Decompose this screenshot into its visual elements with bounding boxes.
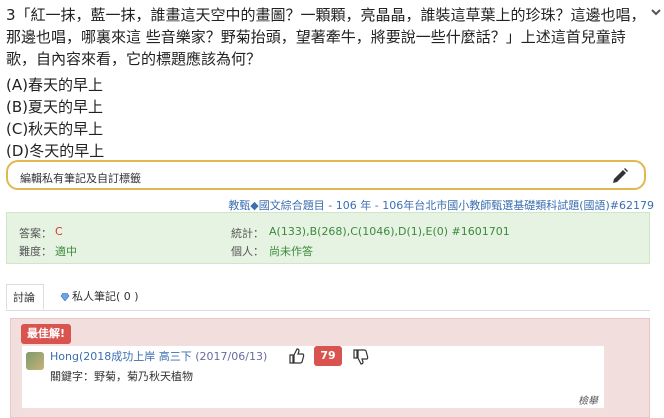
report-link[interactable]: 檢舉 [578, 392, 598, 407]
thumbs-down-icon[interactable] [352, 348, 370, 366]
tab-bar: 討論 私人筆記( 0 ) [6, 284, 650, 311]
stats-value: A(133),B(268),C(1046),D(1),E(0) #1601701 [269, 225, 510, 238]
private-note-box[interactable]: 編輯私有筆記及自訂標籤 [6, 160, 646, 190]
option-d: (D)冬天的早上 [6, 142, 105, 160]
pencil-icon[interactable] [610, 166, 630, 186]
private-notes-label: 私人筆記( 0 ) [72, 290, 139, 303]
tab-discussion[interactable]: 討論 [6, 284, 44, 310]
stats-label: 統計： [231, 227, 264, 240]
answer-label: 答案： [19, 227, 52, 240]
avatar[interactable] [26, 352, 44, 370]
difficulty-value: 適中 [55, 245, 77, 258]
question-meta: 教甄◆國文綜合題目 - 106 年 - 106年台北市國小教師甄選基礎類科試題(… [228, 197, 654, 213]
chevron-down-icon[interactable] [650, 6, 662, 18]
vote-count: 79 [314, 346, 342, 366]
personal-label: 個人： [231, 245, 264, 258]
stats-panel: 答案： C 難度： 適中 統計： A(133),B(268),C(1046),D… [6, 212, 650, 264]
note-label: 編輯私有筆記及自訂標籤 [20, 172, 141, 185]
tab-private-notes[interactable]: 私人筆記( 0 ) [54, 284, 145, 310]
category-link[interactable]: 教甄◆國文綜合題目 [228, 199, 324, 212]
thumbs-up-icon[interactable] [288, 347, 306, 365]
gem-icon [60, 293, 70, 301]
option-b: (B)夏天的早上 [6, 98, 103, 116]
personal-value: 尚未作答 [269, 245, 313, 258]
exam-link[interactable]: - 106 年 - 106年台北市國小教師甄選基礎類科試題(國語)#62179 [328, 199, 654, 212]
best-answer-badge: 最佳解! [21, 324, 72, 344]
option-c: (C)秋天的早上 [6, 120, 104, 138]
question-text: 3「紅一抹，藍一抹，誰畫這天空中的畫圖？一顆顆，亮晶晶，誰裝這草葉上的珍珠？這邊… [6, 6, 646, 68]
options-list: (A)春天的早上 (B)夏天的早上 (C)秋天的早上 (D)冬天的早上 [6, 74, 104, 162]
answer-date: (2017/06/13) [195, 350, 268, 363]
best-answer-panel: 最佳解! Hong(2018成功上岸 高三下 (2017/06/13) 79 關… [10, 318, 650, 418]
answer-author[interactable]: Hong(2018成功上岸 高三下 (2017/06/13) [50, 348, 267, 364]
answer-value: C [55, 225, 63, 238]
answer-text: 關鍵字：野菊，菊乃秋天植物 [50, 370, 193, 383]
option-a: (A)春天的早上 [6, 76, 103, 94]
difficulty-label: 難度： [19, 245, 52, 258]
answer-card: Hong(2018成功上岸 高三下 (2017/06/13) 79 關鍵字：野菊… [21, 345, 605, 409]
author-name[interactable]: Hong(2018成功上岸 高三下 [50, 350, 192, 363]
